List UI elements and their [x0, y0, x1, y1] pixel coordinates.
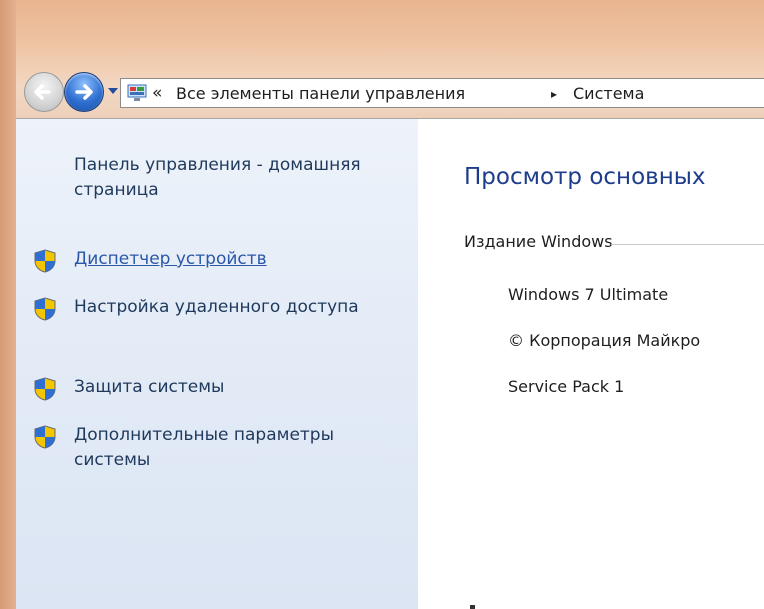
page-title: Просмотр основных: [464, 164, 706, 190]
service-pack-value: Service Pack 1: [508, 377, 625, 396]
cut-off-section-header: [470, 605, 475, 609]
system-protection-link[interactable]: Защита системы: [74, 375, 414, 400]
control-panel-icon: [127, 84, 147, 101]
copyright-text: © Корпорация Майкро: [508, 331, 701, 350]
main-panel: Просмотр основных Издание Windows Window…: [418, 119, 764, 609]
breadcrumb-overflow-button[interactable]: «: [152, 82, 162, 104]
uac-shield-icon: [34, 297, 56, 321]
recent-pages-dropdown-icon[interactable]: [106, 84, 120, 98]
back-arrow-icon: [34, 84, 51, 100]
section-divider: [611, 244, 764, 245]
task-sidebar: Панель управления - домашняя страница Ди…: [16, 119, 418, 609]
remote-settings-link[interactable]: Настройка удаленного доступа: [74, 295, 414, 320]
content-area: Панель управления - домашняя страница Ди…: [16, 118, 764, 609]
windows-edition-header: Издание Windows: [464, 232, 613, 251]
system-window: « Все элементы панели управления ▸ Систе…: [0, 0, 764, 609]
navigation-bar: « Все элементы панели управления ▸ Систе…: [16, 64, 764, 116]
device-manager-link[interactable]: Диспетчер устройств: [74, 247, 414, 272]
back-button[interactable]: [24, 72, 64, 112]
uac-shield-icon: [34, 425, 56, 449]
forward-button[interactable]: [64, 72, 104, 112]
window-frame-left: [0, 0, 16, 609]
windows-edition-value: Windows 7 Ultimate: [508, 285, 669, 304]
uac-shield-icon: [34, 377, 56, 401]
address-bar[interactable]: « Все элементы панели управления ▸ Систе…: [120, 78, 764, 108]
breadcrumb-separator-icon[interactable]: ▸: [551, 83, 557, 105]
forward-arrow-icon: [75, 84, 93, 100]
control-panel-home-link[interactable]: Панель управления - домашняя страница: [74, 153, 374, 203]
advanced-settings-link[interactable]: Дополнительные параметры системы: [74, 423, 414, 473]
uac-shield-icon: [34, 249, 56, 273]
breadcrumb-system[interactable]: Система: [573, 83, 644, 105]
breadcrumb-all-control-panel-items[interactable]: Все элементы панели управления: [176, 83, 465, 105]
